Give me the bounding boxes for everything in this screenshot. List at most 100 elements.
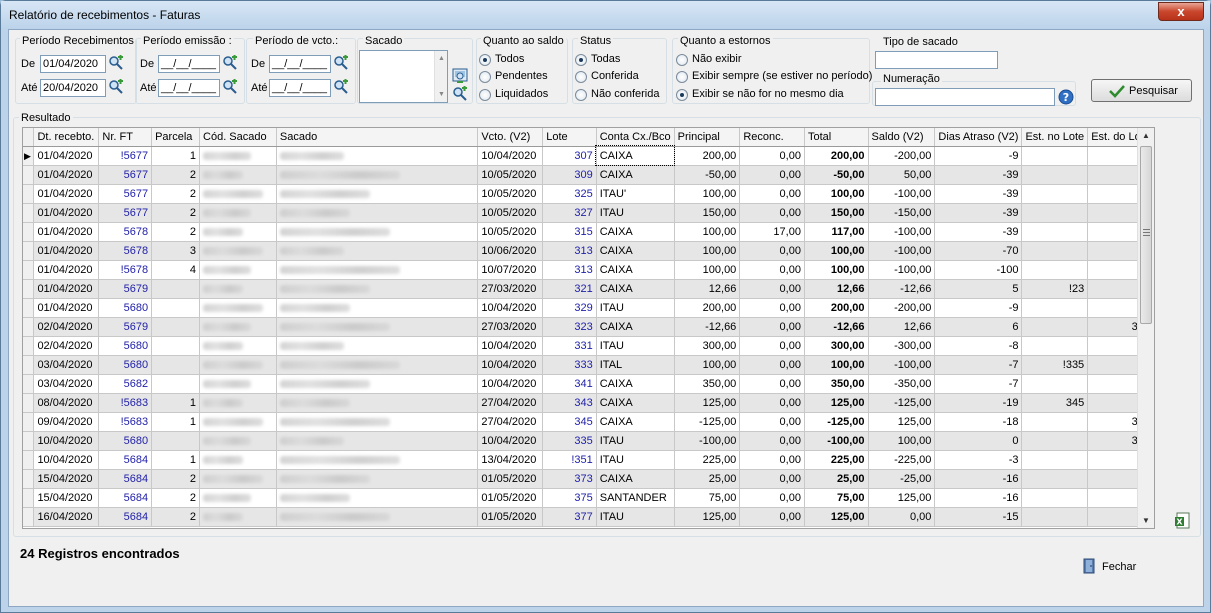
cell[interactable]: 5 [934,279,1023,299]
scroll-up-icon[interactable]: ▲ [1142,131,1150,140]
cell[interactable]: CAIXA [596,241,675,261]
table-row[interactable]: 02/04/2020 5679 27/03/2020 323 CAIXA -12,66 0,… [23,317,1154,337]
cell[interactable]: -39 [934,222,1023,242]
table-row[interactable]: 09/04/2020 !5683 1 27/04/2020 345 CAIXA -125,0… [23,412,1154,432]
cell[interactable]: 100,00 [804,260,869,280]
cell[interactable]: 300,00 [804,336,869,356]
column-header[interactable]: Cód. Sacado [199,128,277,147]
cell[interactable]: 200,00 [804,298,869,318]
cell[interactable] [199,317,277,337]
cell[interactable]: 27/04/2020 [477,393,544,413]
cell[interactable] [276,355,479,375]
saldo-pendentes-radio[interactable] [479,71,491,83]
cell[interactable]: 0,00 [739,279,805,299]
cell[interactable]: -39 [934,203,1023,223]
cell[interactable]: 0,00 [739,336,805,356]
cell[interactable] [151,431,201,451]
receb-ate-input[interactable]: 20/04/2020 [40,79,106,97]
cell[interactable]: -50,00 [674,165,741,185]
cell[interactable]: 0,00 [739,203,805,223]
cell[interactable]: 2 [151,165,201,185]
cell[interactable]: 2 [151,184,201,204]
cell[interactable]: 0 [934,431,1023,451]
cell[interactable]: 12,66 [868,317,936,337]
cell[interactable]: 01/04/2020 [33,260,100,280]
cell[interactable]: !5677 [98,146,153,166]
cell[interactable]: 17,00 [739,222,805,242]
cell[interactable] [276,165,479,185]
column-header[interactable]: Dt. recebto. [33,128,100,147]
receb-de-input[interactable]: 01/04/2020 [40,55,106,73]
cell[interactable]: !5678 [98,260,153,280]
export-excel-icon[interactable]: X [1174,512,1191,529]
cell[interactable]: 300,00 [674,336,741,356]
cell[interactable]: 313 [542,241,597,261]
cell[interactable] [1021,469,1089,489]
search-date-icon[interactable] [333,79,349,95]
cell[interactable]: 0,00 [739,374,805,394]
estornos-exibir-sempre-label[interactable]: Exibir sempre (se estiver no período) [692,70,872,82]
cell[interactable]: -12,66 [674,317,741,337]
cell[interactable]: ITAU [596,431,675,451]
cell[interactable]: -125,00 [804,412,869,432]
cell[interactable]: 75,00 [674,488,741,508]
cell[interactable]: CAIXA [596,317,675,337]
cell[interactable] [276,317,479,337]
cell[interactable]: -100,00 [674,431,741,451]
cell[interactable] [199,488,277,508]
cell[interactable]: 125,00 [804,507,869,527]
estornos-exibir-se-nao-radio[interactable] [676,89,688,101]
search-date-icon[interactable] [333,55,349,71]
cell[interactable]: 10/04/2020 [477,355,544,375]
cell[interactable] [276,241,479,261]
table-row[interactable]: 01/04/2020 5677 2 10/05/2020 325 ITAU' 100,00 0… [23,184,1154,204]
cell[interactable] [276,412,479,432]
cell[interactable]: 200,00 [804,146,869,166]
cell[interactable]: 350,00 [674,374,741,394]
cell[interactable]: 100,00 [868,431,936,451]
cell[interactable] [276,336,479,356]
estornos-exibir-se-nao-label[interactable]: Exibir se não for no mesmo dia [692,88,844,100]
cell[interactable] [276,431,479,451]
table-row[interactable]: 01/04/2020 5678 3 10/06/2020 313 CAIXA 100,00 0… [23,241,1154,261]
column-header[interactable]: Nr. FT [98,128,153,147]
cell[interactable]: 01/04/2020 [33,241,100,261]
search-date-icon[interactable] [108,55,124,71]
cell[interactable]: 4 [151,260,201,280]
cell[interactable]: 02/04/2020 [33,317,100,337]
cell[interactable] [1021,241,1089,261]
saldo-pendentes-label[interactable]: Pendentes [495,70,548,82]
column-header[interactable]: Dias Atraso (V2) [934,128,1023,147]
cell[interactable]: 10/06/2020 [477,241,544,261]
cell[interactable]: CAIXA [596,279,675,299]
cell[interactable] [199,374,277,394]
cell[interactable]: 5680 [98,298,153,318]
cell[interactable]: SANTANDER [596,488,675,508]
cell[interactable]: 333 [542,355,597,375]
cell[interactable]: -125,00 [868,393,936,413]
cell[interactable]: 323 [542,317,597,337]
cell[interactable]: 25,00 [674,469,741,489]
cell[interactable]: 100,00 [804,241,869,261]
cell[interactable] [199,260,277,280]
cell[interactable]: 345 [1021,393,1089,413]
column-header[interactable]: Lote [542,128,597,147]
table-row[interactable]: 10/04/2020 5684 1 13/04/2020 !351 ITAU 225,00 0… [23,450,1154,470]
cell[interactable]: -300,00 [868,336,936,356]
cell[interactable]: 27/03/2020 [477,317,544,337]
cell[interactable]: 10/05/2020 [477,203,544,223]
results-grid[interactable]: Dt. recebto. Nr. FT Parcela Cód. Sacado Saca… [22,127,1155,529]
cell[interactable]: 0,00 [739,260,805,280]
cell[interactable] [151,355,201,375]
cell[interactable]: 02/04/2020 [33,336,100,356]
cell[interactable] [199,298,277,318]
cell[interactable]: 100,00 [804,355,869,375]
scroll-thumb[interactable] [1140,146,1152,324]
cell[interactable]: -3 [934,450,1023,470]
cell[interactable]: -350,00 [868,374,936,394]
status-todas-radio[interactable] [575,54,587,66]
cell[interactable] [276,203,479,223]
cell[interactable]: 10/05/2020 [477,165,544,185]
cell[interactable]: 125,00 [674,507,741,527]
cell[interactable]: -39 [934,165,1023,185]
